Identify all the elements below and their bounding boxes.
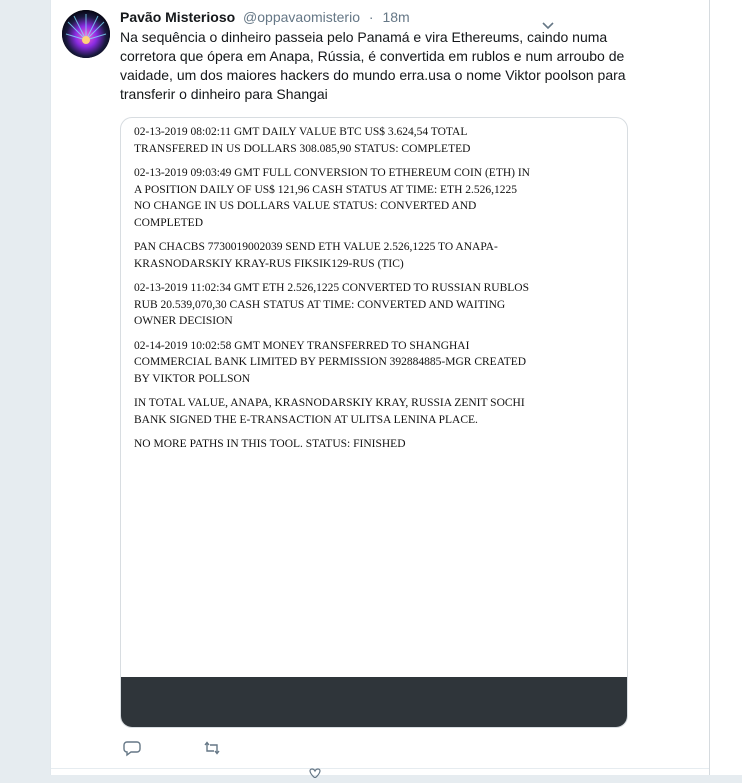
document-line: COMMERCIAL BANK LIMITED BY PERMISSION 39… [134, 356, 527, 368]
retweet-icon[interactable] [203, 739, 221, 757]
reply-icon[interactable] [123, 739, 141, 757]
media-dark-bar [121, 677, 627, 727]
document-line: 02-14-2019 10:02:58 GMT MONEY TRANSFERRE… [134, 339, 470, 352]
document-line: TRANSFERED IN US DOLLARS 308.085,90 STAT… [134, 142, 471, 155]
document-text: 02-13-2019 08:02:11 GMT DAILY VALUE BTC … [134, 124, 604, 461]
document-line: A POSITION DAILY OF US$ 121,96 CASH STAT… [134, 183, 517, 196]
document-line: IN TOTAL VALUE, ANAPA, KRASNODARSKIY KRA… [134, 397, 525, 409]
document-line: KRASNODARSKIY KRAY-RUS FIKSIK129-RUS (TI… [134, 257, 404, 270]
media-image[interactable]: 02-13-2019 08:02:11 GMT DAILY VALUE BTC … [120, 117, 628, 728]
right-scroll-rail [709, 0, 742, 775]
document-paragraph: 02-14-2019 10:02:58 GMT MONEY TRANSFERRE… [134, 338, 604, 388]
heart-icon[interactable] [308, 765, 322, 779]
document-paragraph: 02-13-2019 11:02:34 GMT ETH 2.526,1225 C… [134, 280, 604, 330]
avatar[interactable] [62, 10, 110, 58]
document-line: 02-13-2019 09:03:49 GMT FULL CONVERSION … [134, 167, 530, 179]
document-paragraph: 02-13-2019 09:03:49 GMT FULL CONVERSION … [134, 165, 604, 231]
tweet-divider [51, 768, 709, 769]
document-line: PAN CHACBS 7730019002039 SEND ETH VALUE … [134, 241, 498, 253]
user-handle[interactable]: @oppavaomisterio [243, 9, 360, 25]
document-line: NO CHANGE IN US DOLLARS VALUE STATUS: CO… [134, 200, 477, 212]
document-line: RUB 20.539,070,30 CASH STATUS AT TIME: C… [134, 298, 506, 311]
document-line: BANK SIGNED THE E-TRANSACTION AT ULITSA … [134, 413, 478, 426]
timestamp[interactable]: 18m [382, 9, 409, 25]
document-line: OWNER DECISION [134, 315, 233, 327]
document-line: BY VIKTOR POLLSON [134, 372, 251, 385]
document-paragraph: 02-13-2019 08:02:11 GMT DAILY VALUE BTC … [134, 124, 604, 157]
document-line: 02-13-2019 08:02:11 GMT DAILY VALUE BTC … [134, 126, 468, 138]
document-line: 02-13-2019 11:02:34 GMT ETH 2.526,1225 C… [134, 282, 530, 294]
tweet-header: Pavão Misterioso @oppavaomisterio · 18m [120, 8, 640, 30]
display-name[interactable]: Pavão Misterioso [120, 9, 235, 25]
separator-dot: · [368, 9, 374, 25]
document-paragraph: NO MORE PATHS IN THIS TOOL. STATUS: FINI… [134, 436, 604, 453]
document-line: COMPLETED [134, 216, 203, 229]
action-bar [123, 739, 323, 759]
document-line: NO MORE PATHS IN THIS TOOL. STATUS: FINI… [134, 438, 406, 450]
document-paragraph: IN TOTAL VALUE, ANAPA, KRASNODARSKIY KRA… [134, 395, 604, 428]
tweet-text: Na sequência o dinheiro passeia pelo Pan… [120, 29, 626, 102]
document-paragraph: PAN CHACBS 7730019002039 SEND ETH VALUE … [134, 239, 604, 272]
